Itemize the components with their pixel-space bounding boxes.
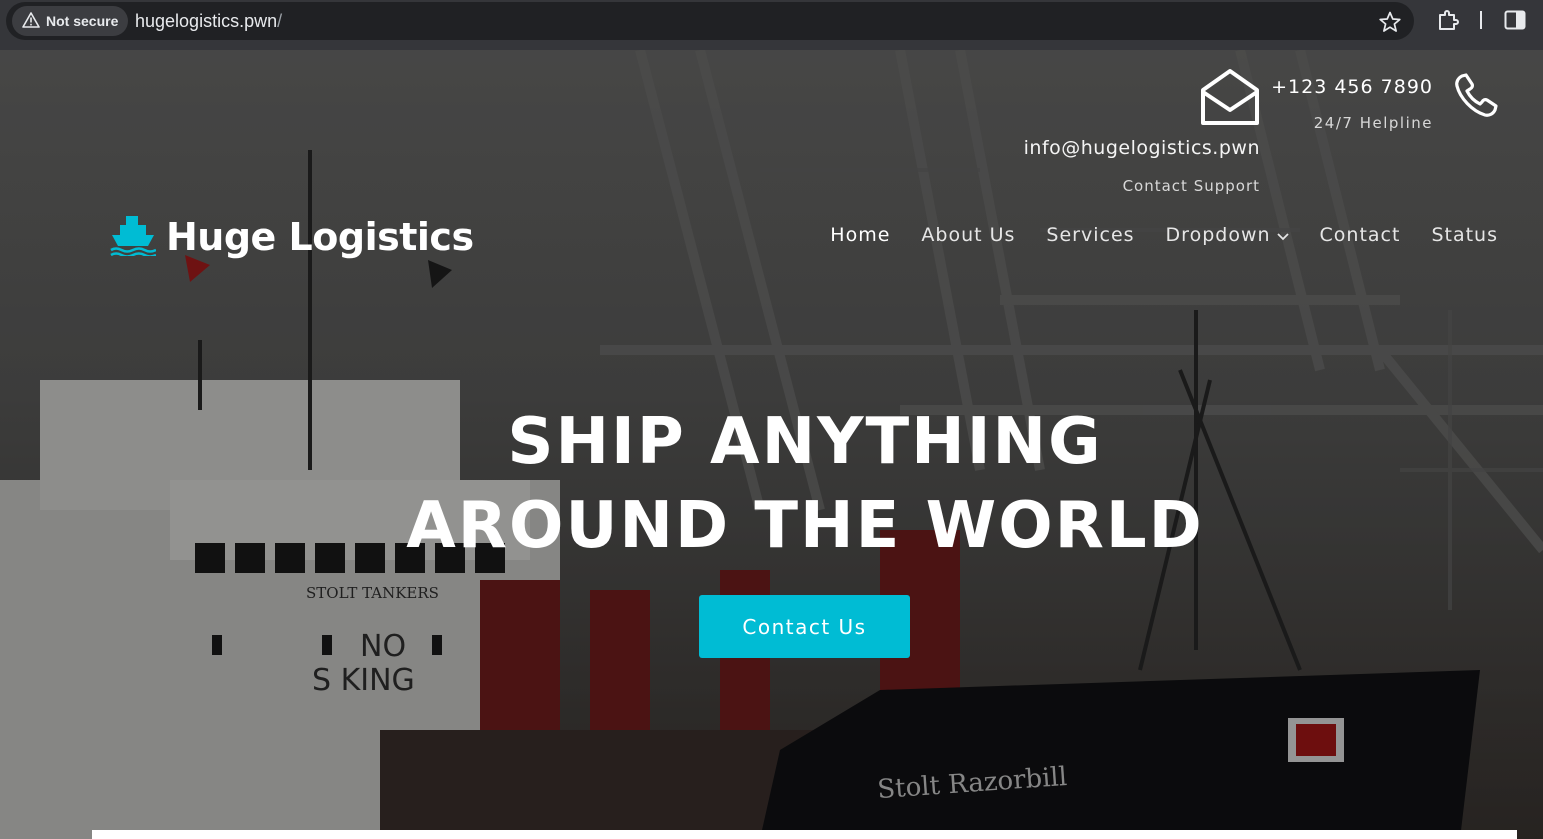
star-icon[interactable] bbox=[1378, 11, 1402, 38]
phone-number-link[interactable]: +123 456 7890 bbox=[1271, 76, 1433, 98]
browser-toolbar: Not secure hugelogistics.pwn/ bbox=[0, 0, 1543, 50]
contact-support-label: Contact Support bbox=[1122, 177, 1260, 195]
ship-icon bbox=[110, 212, 157, 261]
brand-name: Huge Logistics bbox=[166, 214, 474, 259]
security-label: Not secure bbox=[46, 13, 119, 29]
url-path: / bbox=[277, 11, 283, 31]
url-host: hugelogistics.pwn bbox=[135, 11, 278, 31]
nav-item-contact[interactable]: Contact bbox=[1320, 224, 1401, 246]
nav-item-services[interactable]: Services bbox=[1046, 224, 1134, 246]
security-indicator[interactable]: Not secure bbox=[12, 6, 129, 36]
warning-icon bbox=[22, 11, 40, 31]
contact-email-block: info@hugelogistics.pwn Contact Support bbox=[1024, 68, 1260, 195]
address-bar[interactable]: Not secure hugelogistics.pwn/ bbox=[6, 2, 1414, 40]
nav-item-dropdown[interactable]: Dropdown bbox=[1166, 224, 1289, 246]
hero-headline-line-2: AROUND THE WORLD bbox=[406, 489, 1204, 563]
chevron-down-icon bbox=[1276, 224, 1289, 246]
helpline-label: 24/7 Helpline bbox=[1313, 114, 1433, 132]
contact-phone-block: +123 456 7890 24/7 Helpline bbox=[1271, 76, 1433, 132]
contact-email-link[interactable]: info@hugelogistics.pwn bbox=[1024, 137, 1260, 159]
hero-headline-line-1: SHIP ANYTHING bbox=[507, 405, 1103, 479]
site-logo[interactable]: Huge Logistics bbox=[110, 212, 474, 261]
content-card-edge bbox=[92, 830, 1517, 839]
toolbar-divider bbox=[1480, 11, 1482, 29]
hero-headline: SHIP ANYTHING AROUND THE WORLD bbox=[0, 400, 1543, 568]
contact-us-button[interactable]: Contact Us bbox=[699, 595, 910, 658]
extensions-icon[interactable] bbox=[1436, 9, 1460, 38]
nav-item-about-us[interactable]: About Us bbox=[921, 224, 1015, 246]
side-panel-icon[interactable] bbox=[1504, 10, 1526, 35]
nav-item-status[interactable]: Status bbox=[1431, 224, 1498, 246]
phone-icon bbox=[1452, 72, 1500, 125]
url-text[interactable]: hugelogistics.pwn/ bbox=[135, 11, 282, 32]
hero-section: STOLT TANKERS NO S KING Stolt Razorbill bbox=[0, 50, 1543, 839]
nav-item-dropdown-label: Dropdown bbox=[1165, 224, 1271, 246]
nav-item-home[interactable]: Home bbox=[830, 224, 890, 246]
main-nav: Home About Us Services Dropdown Contact … bbox=[830, 224, 1498, 246]
envelope-icon bbox=[1024, 68, 1260, 131]
